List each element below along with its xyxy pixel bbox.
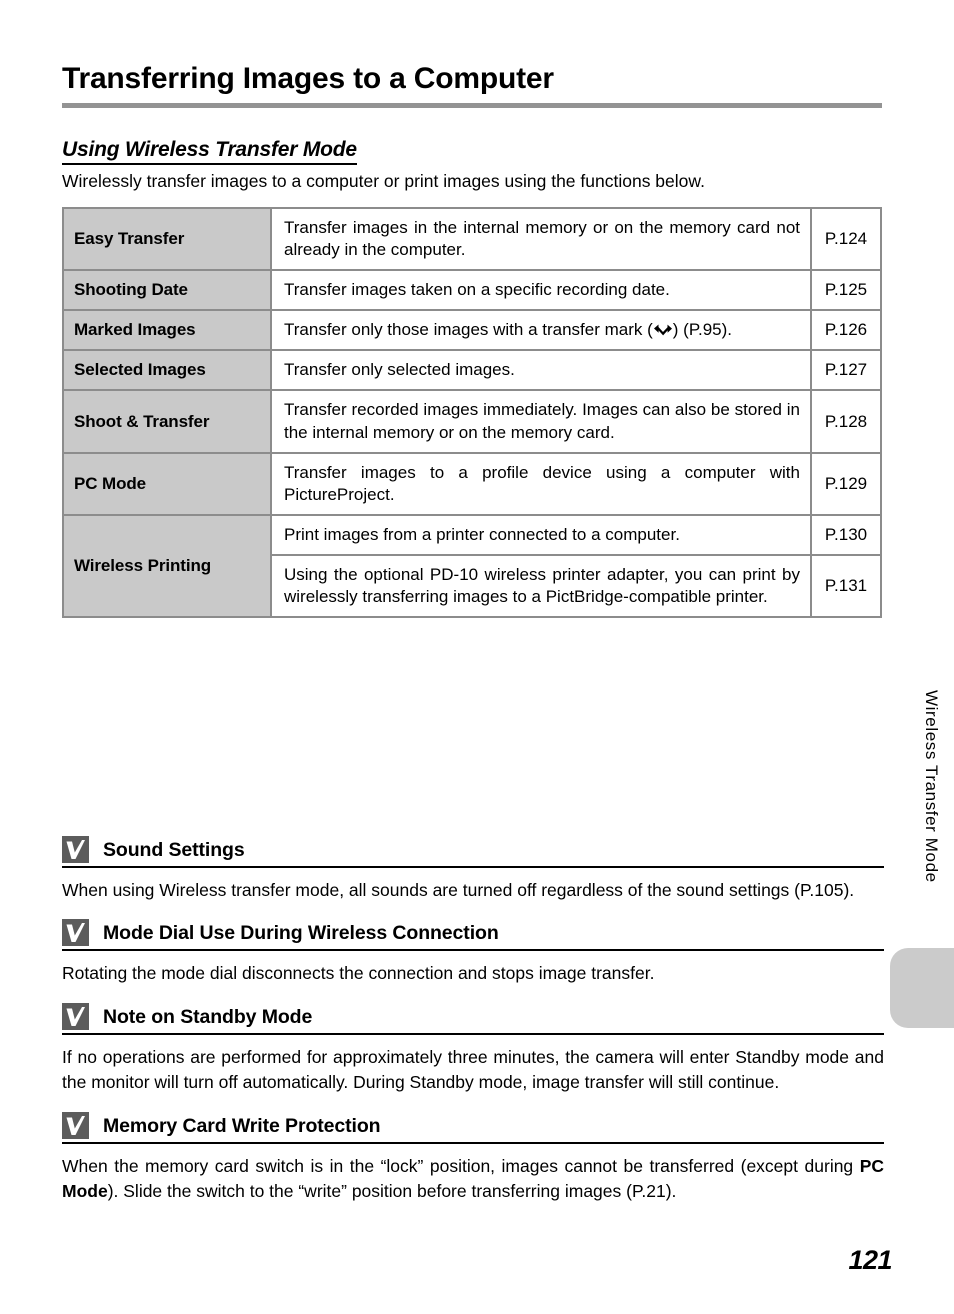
table-row: PC Mode Transfer images to a profile dev… — [62, 451, 882, 516]
transfer-modes-table: Easy Transfer Transfer images in the int… — [62, 206, 882, 619]
mode-description: Transfer images to a profile device usin… — [270, 451, 812, 516]
mode-description-after: ) (P.95). — [672, 320, 732, 340]
table-row: Marked Images Transfer only those images… — [62, 309, 882, 352]
note-title: Mode Dial Use During Wireless Connection — [103, 922, 499, 945]
mode-description: Transfer images in the internal memory o… — [270, 206, 812, 272]
document-page: Transferring Images to a Computer Using … — [0, 0, 954, 1314]
mode-description: Transfer recorded images immediately. Im… — [270, 389, 812, 454]
note-write-protection: Memory Card Write Protection When the me… — [62, 1111, 884, 1205]
note-title: Sound Settings — [103, 839, 245, 861]
table-row: Shooting Date Transfer images taken on a… — [62, 269, 882, 312]
mode-label: Selected Images — [62, 349, 272, 392]
mode-page-ref: P.130 — [810, 513, 882, 556]
mode-page-ref: P.128 — [810, 389, 882, 454]
mode-label: Wireless Printing — [62, 513, 272, 619]
transfer-modes-table-wrapper: Easy Transfer Transfer images in the int… — [62, 206, 882, 619]
page-title: Transferring Images to a Computer — [62, 62, 554, 95]
note-mode-dial-use: Mode Dial Use During Wireless Connection… — [62, 919, 884, 986]
check-mark-icon — [62, 836, 89, 863]
mode-label: Shooting Date — [62, 269, 272, 312]
section-subtitle: Using Wireless Transfer Mode — [62, 138, 357, 166]
note-heading: Note on Standby Mode — [62, 1002, 884, 1035]
note-heading: Mode Dial Use During Wireless Connection — [62, 919, 884, 952]
transfer-mark-icon — [653, 321, 673, 336]
mode-description-before: Transfer only those images with a transf… — [284, 320, 653, 340]
note-body: When the memory card switch is in the “l… — [62, 1154, 884, 1205]
note-sound-settings: Sound Settings When using Wireless trans… — [62, 836, 884, 903]
note-body: Rotating the mode dial disconnects the c… — [62, 963, 655, 984]
mode-page-ref: P.126 — [810, 309, 882, 352]
page-number: 121 — [848, 1245, 892, 1275]
mode-description: Transfer only those images with a transf… — [270, 309, 812, 352]
note-heading: Memory Card Write Protection — [62, 1111, 884, 1144]
note-body-part1: When the memory card switch is in the “l… — [62, 1155, 860, 1176]
note-body: When using Wireless transfer mode, all s… — [62, 880, 855, 900]
mode-label: Easy Transfer — [62, 206, 272, 272]
mode-description: Transfer only selected images. — [270, 349, 812, 392]
note-body: If no operations are performed for appro… — [62, 1046, 884, 1093]
check-mark-icon — [62, 1111, 89, 1139]
mode-description: Using the optional PD-10 wireless printe… — [270, 553, 812, 619]
mode-page-ref: P.124 — [810, 206, 882, 272]
side-tab-label: Wireless Transfer Mode — [922, 690, 941, 883]
mode-description: Print images from a printer connected to… — [270, 513, 812, 556]
note-standby-mode: Note on Standby Mode If no operations ar… — [62, 1002, 884, 1096]
table-row: Wireless Printing Print images from a pr… — [62, 513, 882, 619]
mode-label: PC Mode — [62, 451, 272, 516]
table-row: Easy Transfer Transfer images in the int… — [62, 206, 882, 272]
note-title: Note on Standby Mode — [103, 1005, 313, 1028]
check-mark-icon — [62, 1002, 89, 1030]
note-body-part2: ). Slide the switch to the “write” posit… — [107, 1180, 677, 1201]
mode-page-ref: P.127 — [810, 349, 882, 392]
mode-label: Shoot & Transfer — [62, 389, 272, 454]
title-block: Transferring Images to a Computer — [62, 62, 882, 108]
note-title: Memory Card Write Protection — [103, 1114, 381, 1137]
note-heading: Sound Settings — [62, 836, 884, 868]
title-divider — [62, 102, 882, 108]
check-mark-icon — [62, 919, 89, 947]
notes-section: Sound Settings When using Wireless trans… — [62, 836, 884, 1220]
table-row: Selected Images Transfer only selected i… — [62, 349, 882, 392]
table-row: Shoot & Transfer Transfer recorded image… — [62, 389, 882, 454]
mode-label: Marked Images — [62, 309, 272, 352]
mode-page-ref: P.129 — [810, 451, 882, 516]
section-intro-text: Wirelessly transfer images to a computer… — [62, 171, 705, 191]
mode-page-ref: P.125 — [810, 269, 882, 312]
mode-description: Transfer images taken on a specific reco… — [270, 269, 812, 312]
mode-page-ref: P.131 — [810, 553, 882, 619]
side-tab-marker — [890, 948, 954, 1028]
